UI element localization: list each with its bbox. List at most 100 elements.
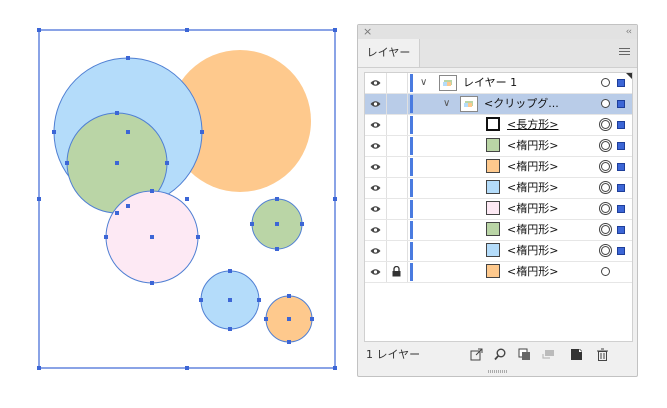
target-icon[interactable] [599,244,612,257]
layer-row-rectangle[interactable]: <長方形> [365,115,632,136]
target-icon[interactable] [599,223,612,236]
selection-indicator[interactable] [617,100,625,108]
layer-row-layer-1[interactable]: ∨ レイヤー 1 [365,73,632,94]
visibility-toggle[interactable] [365,73,387,93]
target-icon[interactable] [601,78,610,87]
layer-color-bar [410,200,413,218]
target-icon[interactable] [599,160,612,173]
eye-icon [370,122,381,128]
layer-name: レイヤー 1 [463,76,518,89]
lock-toggle[interactable] [386,199,408,219]
layer-row-ellipse[interactable]: <楕円形> [365,157,632,178]
selection-indicator[interactable] [617,163,625,171]
layer-count: 1 レイヤー [366,348,421,361]
eye-icon [370,227,381,233]
visibility-toggle[interactable] [365,115,387,135]
search-icon[interactable] [494,348,507,361]
visibility-toggle[interactable] [365,199,387,219]
selection-indicator[interactable] [617,184,625,192]
layer-list: ∨ レイヤー 1 ∨ <クリップグ... <長方形> <楕円形> <楕円形> <… [364,72,633,342]
visibility-toggle[interactable] [365,94,387,114]
layer-color-bar [410,158,413,176]
eye-icon [370,269,381,275]
visibility-toggle[interactable] [365,220,387,240]
collapse-icon[interactable]: ‹‹ [626,25,632,39]
layer-name: <長方形> [507,118,559,131]
visibility-toggle[interactable] [365,241,387,261]
target-icon[interactable] [601,99,610,108]
layer-color-bar [410,137,413,155]
selection-indicator[interactable] [617,142,625,150]
visibility-toggle[interactable] [365,157,387,177]
layer-color-bar [410,263,413,281]
close-icon[interactable]: × [363,25,372,39]
export-icon[interactable] [470,348,483,361]
selection-indicator[interactable] [617,247,625,255]
layer-row-ellipse[interactable]: <楕円形> [365,199,632,220]
selection-indicator[interactable] [617,79,625,87]
object-thumbnail [486,201,500,215]
tab-layers[interactable]: レイヤー [358,39,420,67]
panel-titlebar[interactable]: × ‹‹ [358,25,637,40]
layer-row-ellipse[interactable]: <楕円形> [365,178,632,199]
layer-row-ellipse-locked[interactable]: <楕円形> [365,262,632,283]
layer-name: <楕円形> [507,202,559,215]
target-icon[interactable] [599,139,612,152]
eye-icon [370,101,381,107]
target-icon[interactable] [601,267,610,276]
lock-toggle[interactable] [386,136,408,156]
lock-toggle[interactable] [386,262,408,282]
object-thumbnail [486,180,500,194]
object-thumbnail [486,138,500,152]
lock-toggle[interactable] [386,73,408,93]
object-thumbnail [486,264,500,278]
selection-indicator[interactable] [617,205,625,213]
visibility-toggle[interactable] [365,136,387,156]
lock-icon [392,266,401,277]
layer-color-bar [410,221,413,239]
target-icon[interactable] [599,181,612,194]
target-icon[interactable] [599,202,612,215]
layer-name: <楕円形> [507,223,559,236]
layer-row-ellipse[interactable]: <楕円形> [365,136,632,157]
eye-icon [370,206,381,212]
layer-color-bar [410,74,413,92]
new-layer-icon[interactable] [570,348,583,361]
layer-thumbnail [460,96,478,112]
chevron-down-icon[interactable]: ∨ [420,75,427,91]
layer-row-ellipse[interactable]: <楕円形> [365,220,632,241]
artboard[interactable] [0,0,350,408]
target-icon[interactable] [599,118,612,131]
layer-name: <楕円形> [507,139,559,152]
layer-color-bar [410,116,413,134]
lock-toggle[interactable] [386,241,408,261]
trash-icon[interactable] [596,348,609,361]
clipping-mask-icon[interactable] [518,348,531,361]
lock-toggle[interactable] [386,178,408,198]
eye-icon [370,185,381,191]
current-layer-indicator [626,73,632,79]
layer-name: <楕円形> [507,265,559,278]
lock-toggle[interactable] [386,220,408,240]
layer-row-ellipse[interactable]: <楕円形> [365,241,632,262]
layer-color-bar [410,179,413,197]
lock-toggle[interactable] [386,115,408,135]
layer-row-clip-group[interactable]: ∨ <クリップグ... [365,94,632,115]
object-thumbnail [486,117,500,131]
eye-icon [370,248,381,254]
layer-color-bar [410,95,413,113]
lock-toggle[interactable] [386,157,408,177]
panel-menu-icon[interactable] [619,48,630,57]
lock-toggle[interactable] [386,94,408,114]
selection-indicator[interactable] [617,121,625,129]
selection-indicator[interactable] [617,226,625,234]
sublayer-icon[interactable] [542,348,555,361]
chevron-down-icon[interactable]: ∨ [443,96,450,112]
visibility-toggle[interactable] [365,262,387,282]
layer-name: <楕円形> [507,181,559,194]
resize-grip[interactable] [488,370,508,373]
object-thumbnail [486,159,500,173]
visibility-toggle[interactable] [365,178,387,198]
object-thumbnail [486,222,500,236]
eye-icon [370,143,381,149]
